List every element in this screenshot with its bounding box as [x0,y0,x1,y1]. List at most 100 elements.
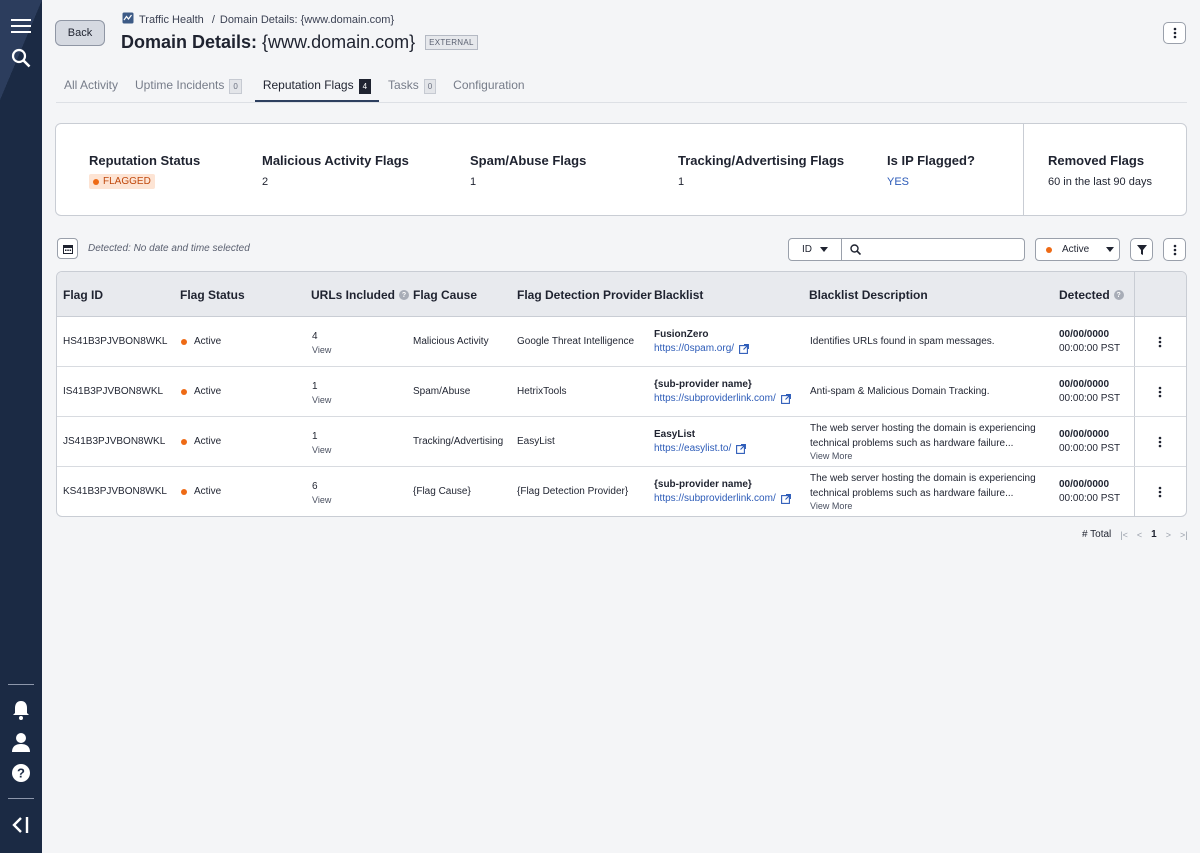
detected-cell: 00/00/0000 00:00:00 PST [1059,479,1121,504]
flag-status-cell: Active [181,386,221,397]
svg-text:?: ? [17,766,25,781]
reputation-status-summary: Reputation Status FLAGGED [89,153,201,189]
left-rail: ? [0,0,42,853]
breadcrumb-parent[interactable]: Traffic Health [139,14,204,26]
blacklist-link[interactable]: https://easylist.to/ [654,443,747,454]
first-page-icon[interactable]: |< [1120,530,1128,540]
urls-cell: 6 View [312,481,332,505]
next-page-icon[interactable]: > [1166,530,1171,540]
flag-cause-cell: Malicious Activity [413,336,489,347]
col-blacklist[interactable]: Blacklist [654,288,703,302]
status-dot [1046,246,1052,253]
kebab-icon [1158,386,1162,398]
col-flag-detection-provider[interactable]: Flag Detection Provider [517,288,652,302]
row-more-button[interactable] [1155,485,1165,499]
search-icon [850,244,861,255]
blacklist-link[interactable]: https://subproviderlink.com/ [654,393,791,404]
search-icon[interactable] [0,42,42,74]
kebab-icon [1158,486,1162,498]
provider-cell: {Flag Detection Provider} [517,486,629,497]
status-dot [181,488,187,495]
page-more-button[interactable] [1163,22,1186,44]
search-input[interactable] [867,244,1017,255]
external-link-icon [739,343,749,354]
back-button[interactable]: Back [55,20,105,46]
description-cell: The web server hosting the domain is exp… [810,471,1040,511]
provider-cell: HetrixTools [517,386,567,397]
table-row: HS41B3PJVBON8WKL Active 4 View Malicious … [57,317,1186,367]
collapse-icon[interactable] [0,809,42,841]
search-box [841,238,1025,261]
external-link-icon [780,393,791,404]
spam-flags-summary: Spam/Abuse Flags 1 [470,153,587,188]
external-link-icon [736,443,747,454]
row-more-button[interactable] [1155,385,1165,399]
filter-icon [1136,244,1147,255]
blacklist-cell: {sub-provider name} https://subproviderl… [654,379,791,404]
ip-flagged-link[interactable]: YES [887,176,975,188]
flag-id-cell: IS41B3PJVBON8WKL [63,386,164,397]
flag-status-cell: Active [181,436,221,447]
tab-all-activity[interactable]: All Activity [56,72,126,102]
col-flag-status[interactable]: Flag Status [180,288,245,302]
kebab-icon [1173,244,1176,255]
external-badge: EXTERNAL [425,35,478,50]
view-urls-link[interactable]: View [312,395,331,405]
row-more-button[interactable] [1155,435,1165,449]
detected-cell: 00/00/0000 00:00:00 PST [1059,429,1121,454]
menu-icon[interactable] [0,10,42,42]
removed-flags-summary: Removed Flags 60 in the last 90 days [1048,153,1152,188]
status-dot [181,338,187,345]
tab-reputation-flags[interactable]: Reputation Flags 4 [254,72,380,102]
table-row: JS41B3PJVBON8WKL Active 1 View Tracking/A… [57,417,1186,467]
table-row: KS41B3PJVBON8WKL Active 6 View {Flag Caus… [57,467,1186,516]
blacklist-cell: FusionZero https://0spam.org/ [654,329,749,354]
provider-cell: Google Threat Intelligence [517,336,635,347]
prev-page-icon[interactable]: < [1137,530,1142,540]
date-picker-button[interactable] [57,238,78,259]
view-urls-link[interactable]: View [312,495,331,505]
current-page[interactable]: 1 [1151,529,1157,540]
flagged-status-badge: FLAGGED [89,174,155,189]
col-flag-cause[interactable]: Flag Cause [413,288,477,302]
help-icon[interactable]: ? [1113,290,1124,300]
traffic-health-icon [122,12,134,27]
pagination: # Total |< < 1 > >| [1082,529,1188,540]
calendar-icon [62,244,73,254]
view-urls-link[interactable]: View [312,445,331,455]
view-more-link[interactable]: View More [810,451,1040,461]
user-icon[interactable] [0,726,42,758]
flag-status-cell: Active [181,486,221,497]
status-filter-select[interactable]: Active [1035,238,1120,261]
blacklist-cell: {sub-provider name} https://subproviderl… [654,479,791,504]
last-page-icon[interactable]: >| [1180,530,1188,540]
chevron-down-icon [820,247,828,252]
tab-configuration[interactable]: Configuration [445,72,532,102]
tab-count: 0 [423,79,437,94]
row-more-button[interactable] [1155,335,1165,349]
col-urls-included[interactable]: URLs Included? [311,288,410,302]
tab-uptime-incidents[interactable]: Uptime Incidents 0 [127,72,250,102]
help-icon[interactable]: ? [399,290,410,300]
view-more-link[interactable]: View More [810,501,1040,511]
view-urls-link[interactable]: View [312,345,331,355]
blacklist-link[interactable]: https://subproviderlink.com/ [654,493,791,504]
status-dot [181,388,187,395]
blacklist-link[interactable]: https://0spam.org/ [654,343,749,354]
page-title: Domain Details: {www.domain.com} EXTERNA… [121,32,478,53]
col-blacklist-description[interactable]: Blacklist Description [809,288,928,302]
table-header: Flag ID Flag Status URLs Included? Flag … [57,272,1186,317]
col-flag-id[interactable]: Flag ID [63,288,103,302]
help-icon[interactable]: ? [0,758,42,790]
tab-tasks[interactable]: Tasks 0 [380,72,444,102]
tracking-flags-summary: Tracking/Advertising Flags 1 [678,153,845,188]
col-detected[interactable]: Detected? [1059,288,1124,302]
flag-id-cell: KS41B3PJVBON8WKL [63,486,167,497]
search-field-select[interactable]: ID [788,238,842,261]
table-more-button[interactable] [1163,238,1186,261]
bell-icon[interactable] [0,694,42,726]
urls-cell: 1 View [312,431,332,455]
filter-button[interactable] [1130,238,1153,261]
breadcrumb-current: Domain Details: {www.domain.com} [219,13,395,26]
page-title-value: {www.domain.com} [262,32,416,52]
